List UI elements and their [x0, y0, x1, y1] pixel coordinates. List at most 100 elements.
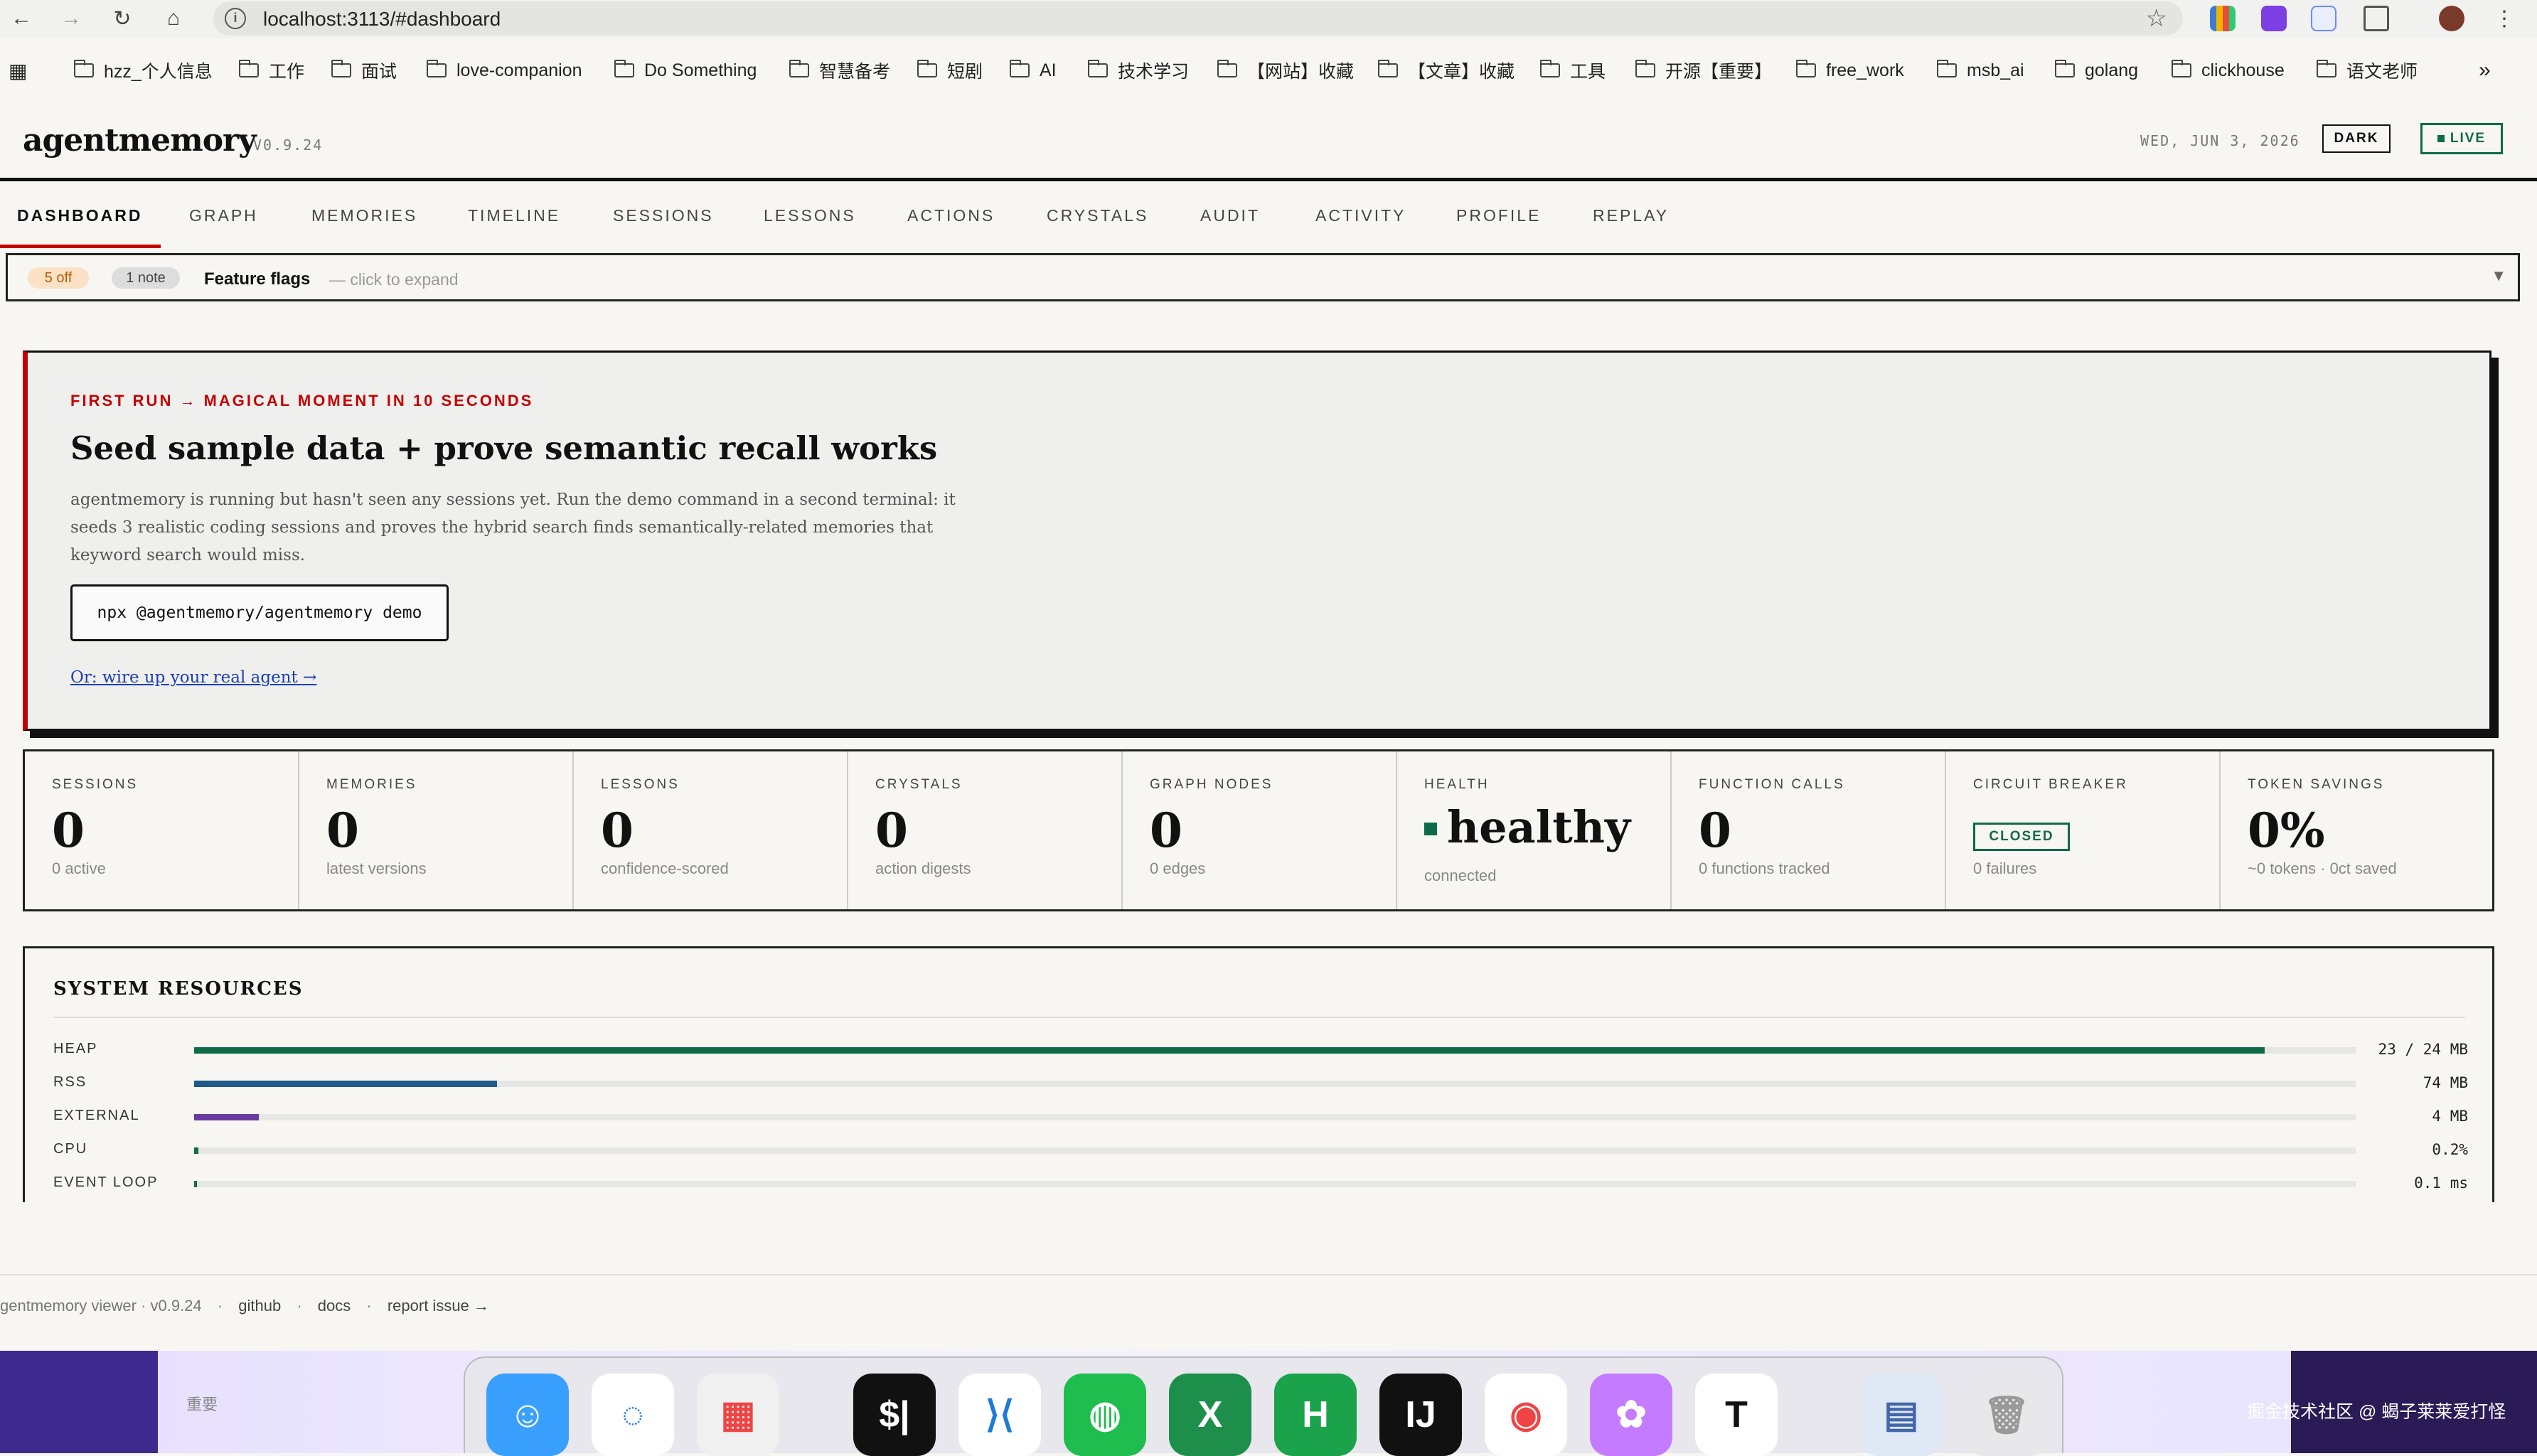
demo-command-box[interactable]: npx @agentmemory/agentmemory demo — [70, 584, 449, 641]
bookmark-item[interactable]: love-companion — [427, 60, 582, 81]
url-text[interactable]: localhost:3113/#dashboard — [263, 8, 501, 31]
hero-description: agentmemory is running but hasn't seen a… — [70, 491, 956, 564]
hero-title: Seed sample data + prove semantic recall… — [70, 429, 938, 467]
bookmark-item[interactable]: msb_ai — [1937, 60, 2024, 81]
back-icon[interactable]: ← — [6, 3, 37, 34]
bookmark-item[interactable]: 短剧 — [917, 60, 983, 82]
tab-crystals[interactable]: CRYSTALS — [1047, 206, 1148, 225]
dock-hbuilder-icon[interactable]: H — [1274, 1374, 1357, 1456]
folder-icon — [239, 60, 259, 77]
report-issue-link[interactable]: report issue → — [388, 1297, 489, 1315]
bookmark-item[interactable]: free_work — [1796, 60, 1904, 81]
resource-bar-fill — [194, 1114, 260, 1120]
home-icon[interactable]: ⌂ — [158, 3, 189, 34]
tab-dashboard[interactable]: DASHBOARD — [17, 206, 143, 225]
forward-icon[interactable]: → — [55, 3, 87, 34]
dock-intellij-icon[interactable]: IJ — [1379, 1374, 1462, 1456]
bookmark-item[interactable]: 【文章】收藏 — [1378, 60, 1515, 82]
stat-label: MEMORIES — [326, 777, 417, 792]
tab-replay[interactable]: REPLAY — [1593, 206, 1669, 225]
apps-grid-icon[interactable]: ▦ — [9, 60, 27, 82]
wire-agent-link[interactable]: Or: wire up your real agent → — [70, 668, 316, 687]
stat-subtext: connected — [1424, 867, 1497, 884]
stats-grid: SESSIONS 0 0 active MEMORIES 0 latest version… — [23, 749, 2494, 911]
bookmark-item[interactable]: 语文老师 — [2317, 60, 2418, 82]
tab-lessons[interactable]: LESSONS — [764, 206, 856, 225]
chevron-down-icon[interactable]: ▼ — [2491, 267, 2506, 285]
system-resources-panel: SYSTEM RESOURCES HEAP 23 / 24 MB RSS 74 MB E… — [23, 946, 2494, 1202]
github-link[interactable]: github — [238, 1297, 281, 1315]
bookmark-star-icon[interactable]: ☆ — [2146, 4, 2167, 33]
resource-row-heap: HEAP 23 / 24 MB — [53, 1039, 2468, 1061]
macos-dock: ☺ ◌ ▦ $| ⟩⟨ ◍ X H IJ ◉ ✿ T ▤ 🗑 — [464, 1356, 2063, 1456]
tab-memories[interactable]: MEMORIES — [311, 206, 417, 225]
resource-bar-fill — [194, 1047, 2265, 1054]
folder-icon — [1937, 60, 1957, 77]
stat-card-health: HEALTH healthy connected — [1397, 751, 1672, 909]
bookmark-item[interactable]: golang — [2055, 60, 2138, 81]
feature-flags-panel[interactable]: 5 off 1 note Feature flags — click to ex… — [6, 253, 2520, 301]
folder-icon — [2172, 60, 2191, 77]
folder-icon — [1796, 60, 1816, 77]
docs-link[interactable]: docs — [318, 1297, 351, 1315]
tab-profile[interactable]: PROFILE — [1456, 206, 1541, 225]
extension-purple-icon[interactable] — [2261, 6, 2287, 31]
dock-vscode-icon[interactable]: ⟩⟨ — [958, 1374, 1041, 1456]
reload-icon[interactable]: ↻ — [107, 3, 138, 34]
dock-terminal-icon[interactable]: $| — [853, 1374, 936, 1456]
bookmark-item[interactable]: 工作 — [239, 60, 304, 82]
dock-chrome-icon[interactable]: ◉ — [1485, 1374, 1567, 1456]
resource-bar-fill — [194, 1181, 197, 1187]
dock-catapp-icon[interactable]: ✿ — [1590, 1374, 1672, 1456]
resource-label: RSS — [53, 1074, 87, 1090]
bookmark-item[interactable]: 【网站】收藏 — [1217, 60, 1354, 82]
footer-separator: · — [366, 1297, 372, 1315]
profile-avatar[interactable] — [2439, 6, 2464, 31]
bookmark-item[interactable]: 技术学习 — [1088, 60, 1189, 82]
stat-card-circuit-breaker: CIRCUIT BREAKER CLOSED 0 failures — [1946, 751, 2221, 909]
resource-label: HEAP — [53, 1041, 98, 1056]
bookmark-item[interactable]: AI — [1010, 60, 1057, 81]
tab-actions[interactable]: ACTIONS — [907, 206, 995, 225]
stat-label: CRYSTALS — [875, 777, 963, 792]
tab-graph[interactable]: GRAPH — [189, 206, 258, 225]
extensions-puzzle-icon[interactable] — [2364, 6, 2389, 31]
extension-books-icon[interactable] — [2210, 6, 2236, 31]
bookmarks-more-icon[interactable]: » — [2479, 58, 2491, 82]
extension-translate-icon[interactable] — [2311, 6, 2336, 31]
tab-audit[interactable]: AUDIT — [1200, 206, 1260, 225]
tab-timeline[interactable]: TIMELINE — [468, 206, 560, 225]
tab-activity[interactable]: ACTIVITY — [1315, 206, 1406, 225]
bookmark-label: Do Something — [644, 60, 757, 80]
bookmark-item[interactable]: 开源【重要】 — [1635, 60, 1772, 82]
bookmark-item[interactable]: clickhouse — [2172, 60, 2285, 81]
dock-finder-icon[interactable]: ☺ — [486, 1374, 569, 1456]
dock-typora-icon[interactable]: T — [1695, 1374, 1778, 1456]
dark-mode-button[interactable]: DARK — [2322, 124, 2391, 153]
dock-wechat-icon[interactable]: ◍ — [1064, 1374, 1146, 1456]
dock-excel-icon[interactable]: X — [1169, 1374, 1251, 1456]
site-info-icon[interactable]: i — [225, 8, 246, 29]
tab-sessions[interactable]: SESSIONS — [613, 206, 714, 225]
live-status-button[interactable]: LIVE — [2420, 123, 2503, 154]
circuit-breaker-badge: CLOSED — [1973, 823, 2070, 851]
health-status-icon — [1424, 823, 1437, 835]
resource-label: EXTERNAL — [53, 1108, 140, 1123]
address-bar[interactable]: i localhost:3113/#dashboard ☆ — [213, 1, 2183, 36]
bookmark-item[interactable]: 面试 — [331, 60, 397, 82]
stat-label: CIRCUIT BREAKER — [1973, 777, 2128, 792]
live-dot-icon — [2437, 135, 2445, 142]
bookmark-item[interactable]: Do Something — [614, 60, 757, 81]
stat-value: healthy — [1447, 801, 1630, 853]
browser-toolbar: ← → ↻ ⌂ i localhost:3113/#dashboard ☆ ⋮ — [0, 0, 2537, 38]
app-brand[interactable]: agentmemory — [23, 122, 257, 159]
dock-launchpad-icon[interactable]: ▦ — [697, 1374, 779, 1456]
dock-trash-icon[interactable]: 🗑 — [1965, 1374, 2048, 1456]
dock-preview-icon[interactable]: ▤ — [1860, 1374, 1943, 1456]
dock-messages-icon[interactable]: ◌ — [592, 1374, 674, 1456]
bookmark-item[interactable]: 智慧备考 — [789, 60, 890, 82]
browser-menu-icon[interactable]: ⋮ — [2489, 3, 2520, 34]
bookmark-item[interactable]: hzz_个人信息 — [74, 60, 213, 82]
bookmark-label: 面试 — [361, 62, 397, 82]
bookmark-item[interactable]: 工具 — [1540, 60, 1606, 82]
